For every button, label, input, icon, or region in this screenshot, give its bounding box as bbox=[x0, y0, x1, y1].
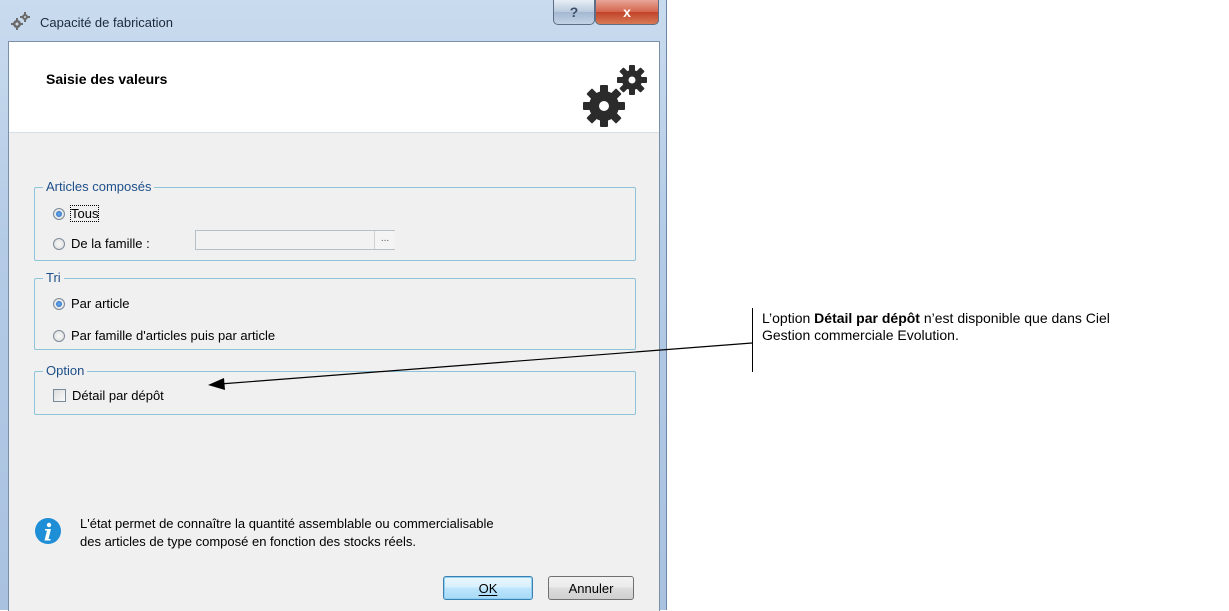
articles-legend: Articles composés bbox=[43, 179, 155, 194]
radio-de-la-famille[interactable]: De la famille : bbox=[53, 236, 150, 251]
ok-button[interactable]: OK bbox=[443, 576, 533, 600]
dialog-window: Capacité de fabrication ? x Saisie des v… bbox=[0, 0, 667, 611]
info-text: L'état permet de connaître la quantité a… bbox=[80, 515, 640, 551]
detail-checkbox-box[interactable] bbox=[53, 389, 66, 402]
page-title: Saisie des valeurs bbox=[46, 71, 168, 87]
famille-browse-button[interactable]: ... bbox=[374, 231, 395, 249]
info-line-2: des articles de type composé en fonction… bbox=[80, 534, 417, 549]
annotation-line-1: L’option Détail par dépôt n’est disponib… bbox=[762, 310, 1222, 327]
dialog-body: Articles composés Tous De la famille : .… bbox=[9, 133, 659, 611]
info-line-1: L'état permet de connaître la quantité a… bbox=[80, 516, 494, 531]
title-bar[interactable]: Capacité de fabrication ? x bbox=[0, 0, 666, 40]
radio-par-famille-dot[interactable] bbox=[53, 329, 65, 342]
radio-par-article[interactable]: Par article bbox=[53, 296, 130, 311]
gears-icon bbox=[583, 65, 647, 127]
checkbox-detail-depot[interactable]: Détail par dépôt bbox=[53, 388, 164, 403]
detail-checkbox-label: Détail par dépôt bbox=[72, 388, 164, 403]
radio-famille-dot[interactable] bbox=[53, 237, 65, 250]
annotation-line-2: Gestion commerciale Evolution. bbox=[762, 327, 959, 343]
radio-par-famille[interactable]: Par famille d'articles puis par article bbox=[53, 328, 275, 343]
dialog-client: Saisie des valeurs Articles composés Tou… bbox=[8, 41, 660, 611]
radio-tous-dot[interactable] bbox=[53, 207, 65, 220]
cancel-button[interactable]: Annuler bbox=[548, 576, 634, 600]
annotation-text: L’option Détail par dépôt n’est disponib… bbox=[762, 310, 1222, 344]
annotation-bar bbox=[752, 308, 753, 372]
radio-tous-label: Tous bbox=[69, 205, 100, 222]
radio-par-article-dot[interactable] bbox=[53, 297, 65, 310]
option-legend: Option bbox=[43, 363, 88, 378]
help-button[interactable]: ? bbox=[553, 0, 595, 25]
radio-tous[interactable]: Tous bbox=[53, 205, 100, 222]
info-icon bbox=[35, 518, 61, 544]
radio-par-article-label: Par article bbox=[71, 296, 130, 311]
ok-button-label: OK bbox=[478, 580, 498, 596]
radio-par-famille-label: Par famille d'articles puis par article bbox=[71, 328, 276, 343]
dialog-header: Saisie des valeurs bbox=[9, 42, 659, 133]
window-title: Capacité de fabrication bbox=[40, 15, 173, 30]
annotation-suffix: n’est disponible que dans Ciel bbox=[919, 310, 1110, 326]
cancel-button-label: Annuler bbox=[568, 580, 614, 596]
close-button[interactable]: x bbox=[595, 0, 659, 25]
radio-famille-label: De la famille : bbox=[71, 236, 150, 251]
annotation-bold: Détail par dépôt bbox=[814, 310, 920, 326]
tri-legend: Tri bbox=[43, 270, 64, 285]
famille-input[interactable] bbox=[195, 230, 395, 250]
gears-icon bbox=[11, 12, 30, 30]
annotation-prefix: L’option bbox=[762, 310, 815, 326]
